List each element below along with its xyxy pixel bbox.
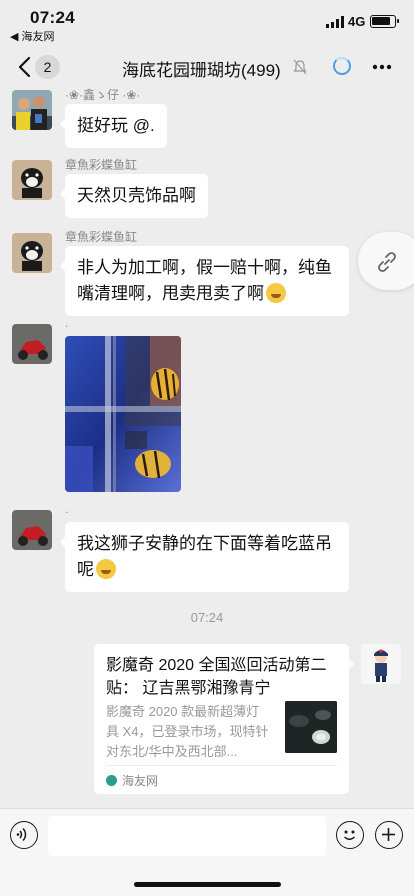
sender-name: . — [65, 316, 69, 330]
card-title: 影魔奇 2020 全国巡回活动第二贴： 辽吉黑鄂湘豫青宁 — [106, 657, 327, 697]
card-source-name: 海友网 — [122, 774, 159, 788]
sender-name: ·❀·鑫ゝ仔 ·❀· — [65, 88, 141, 102]
card-description: 影魔奇 2020 款最新超薄灯具 X4，已登录市场，现特针对东北/华中及西北部.… — [106, 704, 269, 759]
back-chevron-icon[interactable] — [14, 55, 36, 79]
shared-article-card[interactable]: 影魔奇 2020 全国巡回活动第二贴： 辽吉黑鄂湘豫青宁 影魔奇 2020 款最… — [94, 644, 354, 794]
message-text: 天然贝壳饰品啊 — [77, 186, 196, 205]
message-timestamp: 07:24 — [190, 610, 224, 625]
plus-icon[interactable] — [375, 821, 403, 849]
avatar[interactable] — [12, 90, 52, 130]
message-bubble[interactable]: 非人为加工啊，假一赔十啊，纯鱼嘴清理啊，甩卖甩卖了啊 — [60, 246, 349, 316]
avatar[interactable] — [12, 510, 52, 550]
sender-name: 章魚彩蝶鱼缸 — [65, 158, 138, 172]
avatar[interactable] — [12, 233, 52, 273]
message-bubble[interactable]: 天然贝壳饰品啊 — [60, 174, 208, 218]
mute-icon — [293, 59, 307, 75]
link-icon — [378, 252, 396, 272]
unread-count-badge[interactable]: 2 — [35, 55, 60, 79]
laughing-emoji-icon — [96, 559, 116, 579]
status-time: 07:24 — [30, 8, 75, 27]
home-indicator[interactable] — [134, 882, 281, 887]
network-type: 4G — [348, 14, 366, 29]
message-list[interactable]: ·❀·鑫ゝ仔 ·❀· 挺好玩 @. 章魚彩蝶鱼缸 天然贝壳饰品啊 章魚彩蝶鱼缸 … — [0, 88, 414, 808]
message-bubble[interactable]: 我这狮子安静的在下面等着吃蓝吊呢 — [60, 522, 349, 592]
message-bubble[interactable]: 挺好玩 @. — [60, 104, 167, 148]
avatar[interactable] — [12, 324, 52, 364]
message-text: 挺好玩 @. — [77, 116, 155, 135]
back-to-app-link[interactable]: ◀ 海友网 — [10, 28, 55, 44]
message-text: 非人为加工啊，假一赔十啊，纯鱼嘴清理啊，甩卖甩卖了啊 — [77, 258, 332, 303]
avatar[interactable] — [12, 160, 52, 200]
emoji-icon[interactable] — [336, 821, 364, 849]
card-divider — [106, 765, 337, 766]
my-avatar[interactable] — [361, 644, 401, 684]
status-bar: 07:24 ◀ 海友网 4G — [0, 0, 414, 46]
voice-icon[interactable] — [10, 821, 38, 849]
signal-icon — [326, 16, 344, 28]
battery-icon — [370, 15, 399, 28]
more-icon[interactable] — [372, 64, 392, 70]
aquarium-photo[interactable] — [65, 336, 181, 492]
card-source: 海友网 — [106, 772, 158, 789]
floating-link-button[interactable] — [358, 232, 414, 290]
source-logo-icon — [106, 775, 117, 786]
loading-icon — [333, 57, 351, 75]
message-input[interactable] — [48, 816, 326, 856]
crying-laugh-emoji-icon — [266, 283, 286, 303]
chat-title: 海底花园珊瑚坊(499) — [122, 61, 281, 80]
sender-name: 章魚彩蝶鱼缸 — [65, 230, 138, 244]
card-thumbnail — [285, 701, 337, 753]
sender-name: . — [65, 502, 69, 516]
chat-header: 2 海底花园珊瑚坊(499) — [0, 46, 414, 88]
